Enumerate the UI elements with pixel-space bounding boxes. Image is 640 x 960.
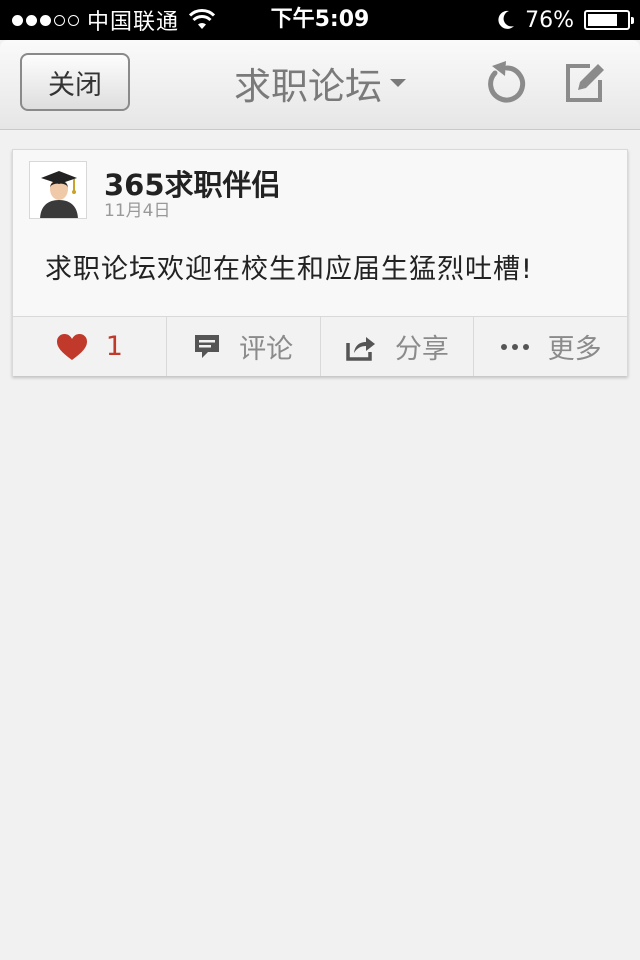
- share-button[interactable]: 分享: [321, 317, 475, 376]
- avatar[interactable]: [29, 161, 87, 219]
- wifi-icon: [189, 9, 216, 31]
- share-label: 分享: [394, 334, 449, 365]
- more-dots-icon: [500, 343, 530, 351]
- comment-label: 评论: [239, 334, 294, 365]
- battery-level: [588, 14, 617, 26]
- compose-icon[interactable]: [560, 58, 610, 108]
- refresh-icon[interactable]: [480, 58, 530, 108]
- status-left: 中国联通: [12, 0, 216, 40]
- status-right: 76%: [497, 0, 634, 40]
- post-date: 11月4日: [104, 201, 171, 221]
- battery-icon: [584, 10, 634, 30]
- share-icon: [345, 333, 377, 361]
- heart-icon: [56, 333, 88, 361]
- dropdown-caret-icon[interactable]: [390, 79, 406, 87]
- comment-icon: [193, 333, 221, 361]
- graduate-avatar-icon: [30, 162, 86, 218]
- signal-strength-icon: [12, 14, 79, 26]
- post-card: 365求职伴侣 11月4日 求职论坛欢迎在校生和应届生猛烈吐槽! 1 评论 分享…: [12, 149, 628, 376]
- like-button[interactable]: 1: [13, 317, 167, 376]
- more-button[interactable]: 更多: [474, 317, 627, 376]
- more-label: 更多: [547, 334, 602, 365]
- status-bar: 中国联通 下午5:09 76%: [0, 0, 640, 40]
- page-title[interactable]: 求职论坛: [234, 56, 382, 110]
- post-content: 求职论坛欢迎在校生和应届生猛烈吐槽!: [45, 254, 533, 285]
- close-button[interactable]: 关闭: [20, 53, 130, 111]
- like-count: 1: [105, 331, 123, 362]
- comment-button[interactable]: 评论: [167, 317, 321, 376]
- navigation-bar: 关闭 求职论坛: [0, 40, 640, 130]
- post-actions: 1 评论 分享 更多: [13, 316, 627, 376]
- battery-percent: 76%: [525, 7, 574, 33]
- moon-icon: [497, 10, 515, 30]
- carrier-name: 中国联通: [87, 10, 180, 35]
